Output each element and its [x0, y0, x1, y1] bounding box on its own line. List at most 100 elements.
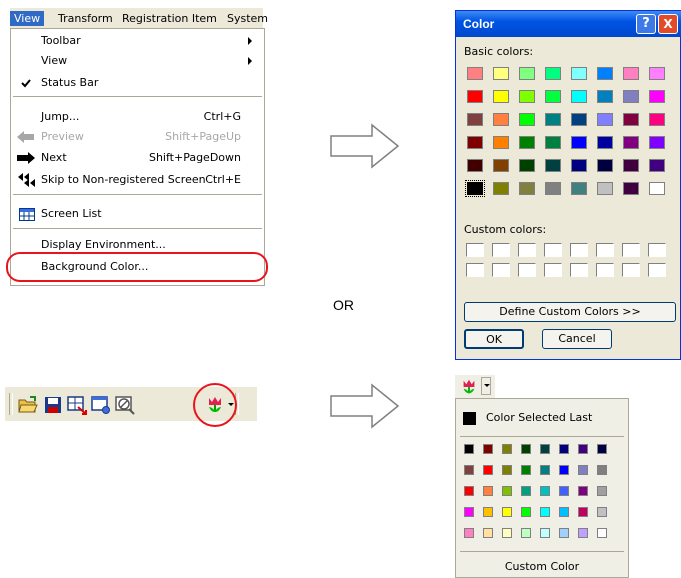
- palette-color-swatch[interactable]: [483, 465, 493, 475]
- basic-color-swatch[interactable]: [519, 159, 535, 172]
- custom-color-swatch[interactable]: [544, 263, 562, 277]
- custom-color-swatch[interactable]: [492, 263, 510, 277]
- basic-color-swatch[interactable]: [571, 159, 587, 172]
- basic-color-swatch[interactable]: [623, 159, 639, 172]
- basic-color-swatch[interactable]: [545, 182, 561, 195]
- palette-color-swatch[interactable]: [483, 486, 493, 496]
- cancel-button[interactable]: Cancel: [542, 329, 612, 349]
- basic-color-swatch[interactable]: [597, 67, 613, 80]
- palette-color-swatch[interactable]: [464, 444, 474, 454]
- ok-button[interactable]: OK: [464, 329, 524, 349]
- color-selected-last-option[interactable]: Color Selected Last: [486, 411, 592, 424]
- screen-properties-icon[interactable]: [91, 395, 111, 415]
- basic-color-swatch[interactable]: [571, 182, 587, 195]
- save-icon[interactable]: [43, 395, 63, 415]
- menu-item-jump[interactable]: Jump... Ctrl+G: [11, 107, 264, 127]
- basic-color-swatch[interactable]: [465, 180, 485, 197]
- palette-color-swatch[interactable]: [521, 528, 531, 538]
- custom-color-swatch[interactable]: [570, 243, 588, 257]
- palette-color-swatch[interactable]: [483, 507, 493, 517]
- custom-color-swatch[interactable]: [596, 243, 614, 257]
- palette-color-swatch[interactable]: [502, 486, 512, 496]
- palette-color-swatch[interactable]: [521, 465, 531, 475]
- basic-color-swatch[interactable]: [545, 136, 561, 149]
- basic-color-swatch[interactable]: [519, 90, 535, 103]
- palette-color-swatch[interactable]: [502, 507, 512, 517]
- menubar-transform[interactable]: Transform: [54, 11, 117, 26]
- basic-color-swatch[interactable]: [493, 182, 509, 195]
- basic-color-swatch[interactable]: [649, 67, 665, 80]
- help-button[interactable]: ?: [636, 14, 656, 34]
- basic-color-swatch[interactable]: [597, 136, 613, 149]
- menu-item-toolbar[interactable]: Toolbar: [11, 31, 264, 51]
- custom-color-swatch[interactable]: [648, 263, 666, 277]
- palette-color-swatch[interactable]: [578, 465, 588, 475]
- menu-item-status-bar[interactable]: Status Bar: [11, 73, 264, 93]
- close-button[interactable]: X: [658, 14, 678, 34]
- menubar-view[interactable]: View: [10, 11, 45, 26]
- custom-color-swatch[interactable]: [492, 243, 510, 257]
- menu-item-view[interactable]: View: [11, 51, 264, 71]
- custom-color-option[interactable]: Custom Color: [456, 560, 628, 573]
- palette-color-swatch[interactable]: [597, 486, 607, 496]
- basic-color-swatch[interactable]: [649, 113, 665, 126]
- custom-color-swatch[interactable]: [544, 243, 562, 257]
- basic-color-swatch[interactable]: [571, 113, 587, 126]
- basic-color-swatch[interactable]: [545, 67, 561, 80]
- basic-color-swatch[interactable]: [545, 113, 561, 126]
- basic-color-swatch[interactable]: [649, 182, 665, 195]
- basic-color-swatch[interactable]: [545, 159, 561, 172]
- palette-color-swatch[interactable]: [559, 507, 569, 517]
- custom-color-swatch[interactable]: [518, 263, 536, 277]
- screen-image-icon[interactable]: [115, 395, 135, 415]
- palette-color-swatch[interactable]: [521, 444, 531, 454]
- palette-color-swatch[interactable]: [464, 486, 474, 496]
- basic-color-swatch[interactable]: [493, 159, 509, 172]
- palette-color-swatch[interactable]: [540, 444, 550, 454]
- basic-color-swatch[interactable]: [467, 113, 483, 126]
- basic-color-swatch[interactable]: [571, 90, 587, 103]
- basic-color-swatch[interactable]: [519, 113, 535, 126]
- palette-color-swatch[interactable]: [502, 444, 512, 454]
- basic-color-swatch[interactable]: [649, 90, 665, 103]
- palette-toggle[interactable]: [455, 375, 495, 399]
- basic-color-swatch[interactable]: [623, 113, 639, 126]
- basic-color-swatch[interactable]: [519, 182, 535, 195]
- palette-color-swatch[interactable]: [540, 507, 550, 517]
- menubar-system[interactable]: System: [223, 11, 272, 26]
- palette-color-swatch[interactable]: [578, 486, 588, 496]
- basic-color-swatch[interactable]: [597, 90, 613, 103]
- menu-item-skip[interactable]: Skip to Non-registered Screen Ctrl+E: [11, 170, 264, 190]
- basic-color-swatch[interactable]: [649, 136, 665, 149]
- custom-color-swatch[interactable]: [648, 243, 666, 257]
- palette-color-swatch[interactable]: [578, 444, 588, 454]
- menu-item-screen-list[interactable]: Screen List: [11, 204, 264, 224]
- palette-color-swatch[interactable]: [597, 444, 607, 454]
- palette-color-swatch[interactable]: [540, 528, 550, 538]
- custom-color-swatch[interactable]: [596, 263, 614, 277]
- basic-color-swatch[interactable]: [493, 113, 509, 126]
- palette-color-swatch[interactable]: [559, 528, 569, 538]
- basic-color-swatch[interactable]: [623, 182, 639, 195]
- basic-color-swatch[interactable]: [623, 136, 639, 149]
- palette-color-swatch[interactable]: [559, 486, 569, 496]
- basic-color-swatch[interactable]: [493, 67, 509, 80]
- basic-color-swatch[interactable]: [597, 182, 613, 195]
- basic-color-swatch[interactable]: [467, 159, 483, 172]
- custom-color-swatch[interactable]: [570, 263, 588, 277]
- palette-color-swatch[interactable]: [521, 486, 531, 496]
- palette-color-swatch[interactable]: [483, 444, 493, 454]
- palette-color-swatch[interactable]: [578, 528, 588, 538]
- palette-color-swatch[interactable]: [559, 444, 569, 454]
- menubar-registration-item[interactable]: Registration Item: [118, 11, 221, 26]
- palette-color-swatch[interactable]: [540, 486, 550, 496]
- basic-color-swatch[interactable]: [467, 136, 483, 149]
- basic-color-swatch[interactable]: [571, 67, 587, 80]
- palette-color-swatch[interactable]: [464, 465, 474, 475]
- palette-color-swatch[interactable]: [502, 465, 512, 475]
- palette-color-swatch[interactable]: [597, 465, 607, 475]
- palette-color-swatch[interactable]: [521, 507, 531, 517]
- define-custom-colors-button[interactable]: Define Custom Colors >>: [464, 302, 676, 322]
- basic-color-swatch[interactable]: [519, 136, 535, 149]
- basic-color-swatch[interactable]: [623, 90, 639, 103]
